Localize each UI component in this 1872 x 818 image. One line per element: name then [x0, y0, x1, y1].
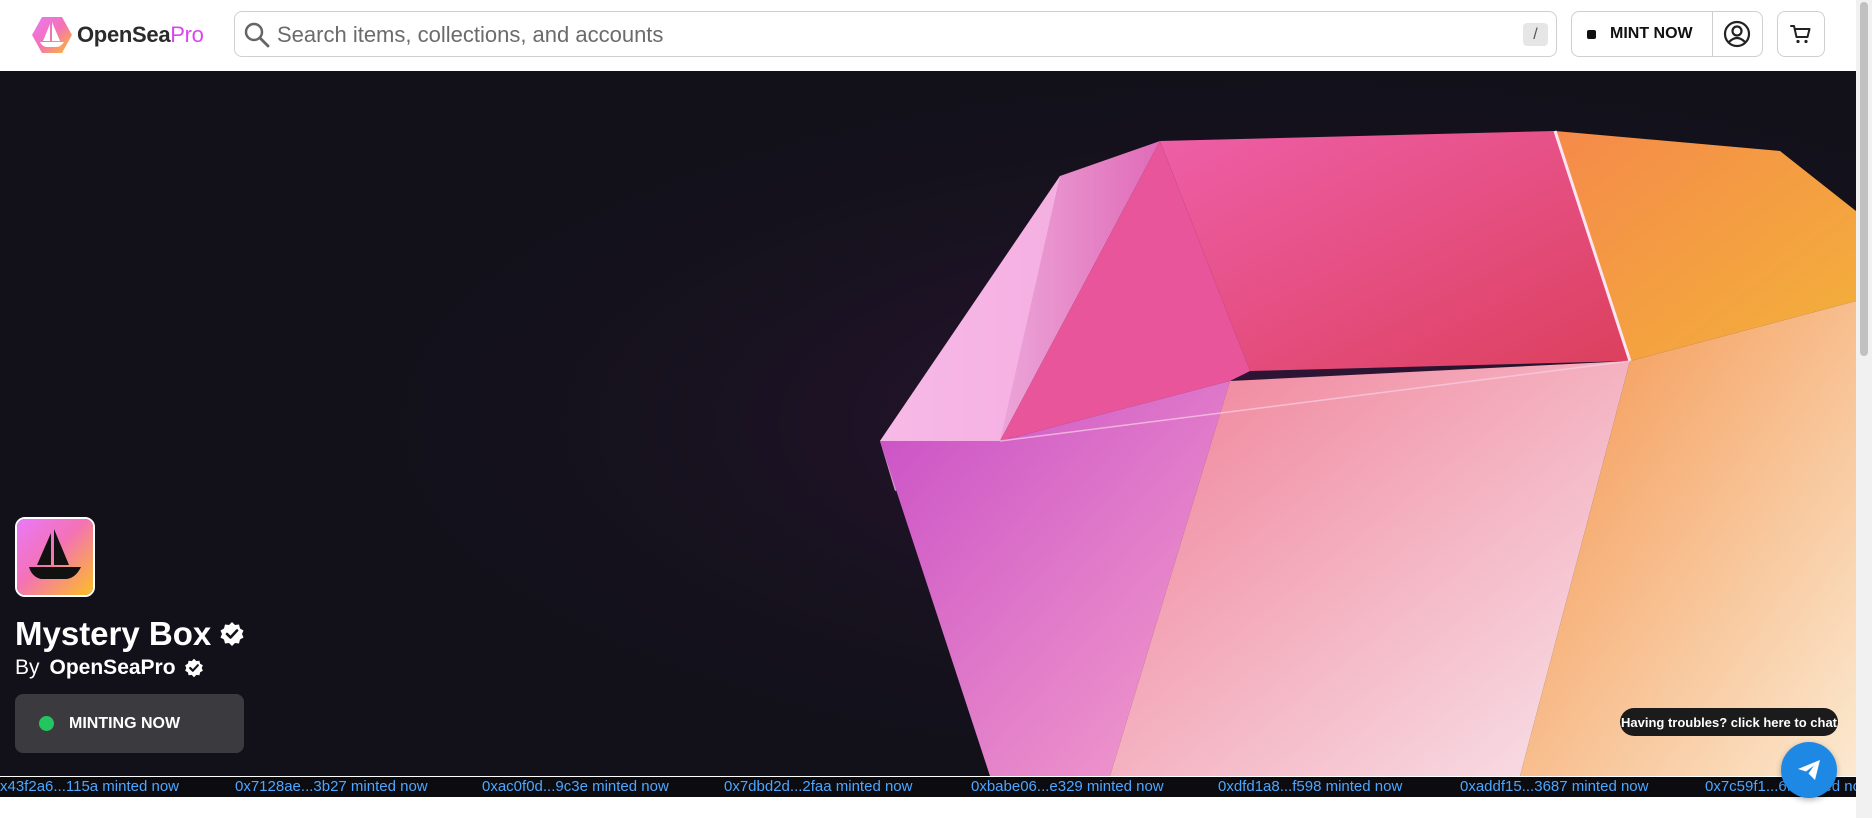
minting-status-badge: MINTING NOW: [15, 694, 244, 753]
mint-account-group: MINT NOW: [1571, 11, 1763, 57]
hero-banner: Mystery Box By OpenSeaPro MINTING NOW Ha…: [0, 71, 1856, 776]
top-nav-bar: OpenSeaPro / MINT NOW: [0, 0, 1856, 72]
ticker-item: 0xbabe06...e329 minted now: [971, 778, 1164, 795]
ticker-item: x43f2a6...115a minted now: [0, 778, 180, 795]
ticker-item: 0x7128ae...3b27 minted now: [235, 778, 428, 795]
cart-button[interactable]: [1777, 11, 1825, 57]
page-scrollbar[interactable]: [1856, 0, 1872, 818]
logo-text: OpenSeaPro: [77, 22, 204, 47]
collection-title: Mystery Box: [15, 615, 245, 653]
search-bar[interactable]: /: [234, 11, 1557, 58]
opensea-pro-logo-icon: [32, 17, 72, 53]
shopping-cart-icon: [1790, 25, 1811, 44]
ticker-item: 0xdfd1a8...f598 minted now: [1218, 778, 1403, 795]
mint-ticker: x43f2a6...115a minted now 0x7128ae...3b2…: [0, 777, 1856, 797]
user-circle-icon: [1723, 20, 1751, 48]
status-dot-icon: [39, 716, 54, 731]
mint-now-button[interactable]: MINT NOW: [1572, 12, 1713, 56]
ticker-item: 0xac0f0d...9c3e minted now: [482, 778, 669, 795]
search-shortcut-key: /: [1523, 23, 1548, 46]
scrollbar-thumb[interactable]: [1860, 2, 1868, 356]
collection-title-text: Mystery Box: [15, 615, 212, 652]
help-chat-bubble[interactable]: Having troubles? click here to chat: [1620, 708, 1838, 736]
by-label: By: [15, 656, 40, 679]
ship-logo-icon: [17, 519, 93, 595]
page-bottom-area: [0, 797, 1856, 818]
logo-pro-text: Pro: [170, 22, 204, 47]
search-icon: [244, 22, 270, 48]
verified-badge-icon: [220, 622, 244, 646]
paper-plane-icon: [1798, 760, 1820, 780]
creator-link[interactable]: OpenSeaPro: [50, 656, 176, 680]
mint-now-label: MINT NOW: [1610, 25, 1693, 42]
search-input[interactable]: [275, 12, 1519, 58]
status-label: MINTING NOW: [69, 714, 181, 732]
account-button[interactable]: [1712, 12, 1762, 56]
gem-artwork: [0, 71, 1856, 776]
mint-square-icon: [1587, 29, 1596, 39]
collection-avatar: [15, 517, 95, 597]
verified-badge-icon: [184, 658, 203, 678]
creator-byline: By OpenSeaPro: [15, 656, 204, 680]
ticker-item: 0xaddf15...3687 minted now: [1460, 778, 1649, 795]
chat-button[interactable]: [1781, 742, 1837, 798]
opensea-pro-logo[interactable]: OpenSeaPro: [31, 15, 204, 55]
ticker-item: 0x7dbd2d...2faa minted now: [724, 778, 913, 795]
